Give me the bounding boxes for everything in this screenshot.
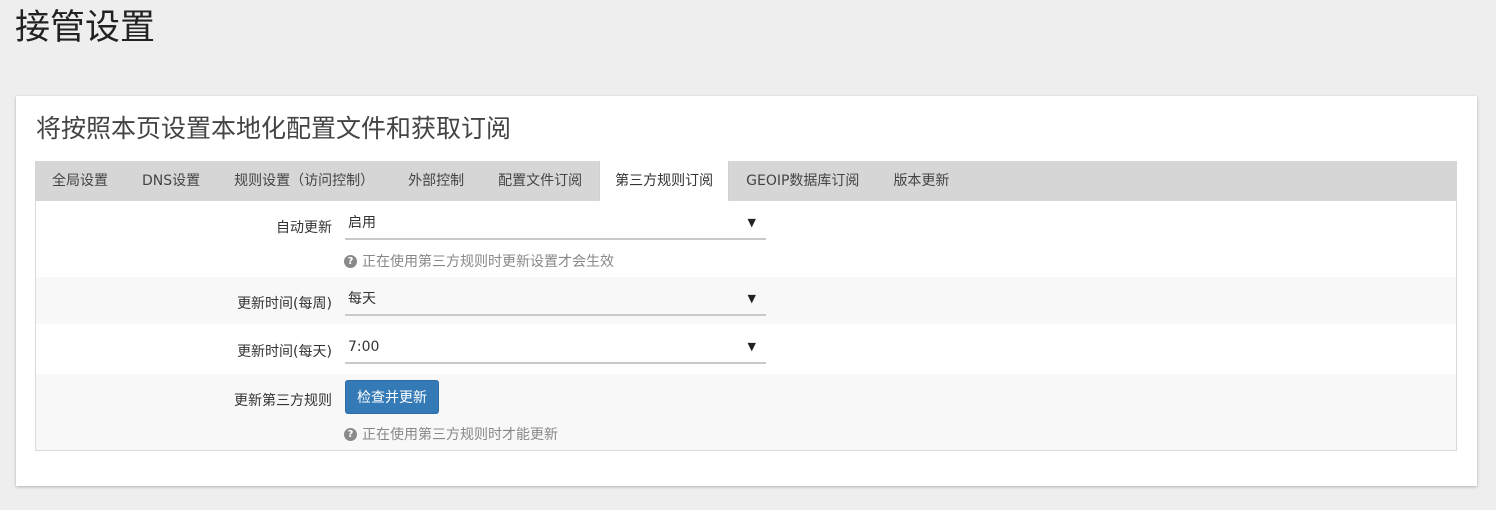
- update-day-label: 更新时间(每天): [237, 344, 332, 360]
- update-day-row: 更新时间(每天) 7:00 ▼: [36, 324, 1456, 374]
- update-day-value: 7:00: [348, 339, 380, 355]
- caret-down-icon: ▼: [747, 216, 756, 229]
- tab-global-settings[interactable]: 全局设置: [35, 161, 125, 201]
- tab-external-control[interactable]: 外部控制: [391, 161, 481, 201]
- question-circle-icon: ?: [344, 254, 357, 268]
- tab-dns-settings[interactable]: DNS设置: [125, 161, 217, 201]
- check-and-update-button[interactable]: 检查并更新: [345, 380, 439, 414]
- update-week-select[interactable]: 每天 ▼: [345, 286, 766, 316]
- update-rules-hint-text: 正在使用第三方规则时才能更新: [362, 427, 558, 443]
- caret-down-icon: ▼: [747, 340, 756, 353]
- tab-rule-settings[interactable]: 规则设置（访问控制）: [217, 161, 391, 201]
- page-title: 接管设置: [15, 8, 156, 48]
- update-week-value: 每天: [348, 291, 376, 307]
- tab-geoip-subscription[interactable]: GEOIP数据库订阅: [729, 161, 876, 201]
- update-week-row: 更新时间(每周) 每天 ▼: [36, 277, 1456, 324]
- tab-version-update[interactable]: 版本更新: [876, 161, 966, 201]
- auto-update-hint: ? 正在使用第三方规则时更新设置才会生效: [344, 251, 614, 271]
- update-week-label: 更新时间(每周): [237, 296, 332, 312]
- settings-card: 将按照本页设置本地化配置文件和获取订阅 全局设置 DNS设置 规则设置（访问控制…: [16, 96, 1477, 486]
- auto-update-hint-text: 正在使用第三方规则时更新设置才会生效: [362, 254, 614, 270]
- tab-bar: 全局设置 DNS设置 规则设置（访问控制） 外部控制 配置文件订阅 第三方规则订…: [35, 161, 1457, 201]
- update-rules-label: 更新第三方规则: [234, 393, 332, 409]
- tab-panel: 自动更新 启用 ▼ ? 正在使用第三方规则时更新设置才会生效 更新时间(每周) …: [35, 201, 1457, 451]
- update-day-select[interactable]: 7:00 ▼: [345, 334, 766, 364]
- card-title: 将按照本页设置本地化配置文件和获取订阅: [36, 114, 512, 143]
- update-rules-row: 更新第三方规则 检查并更新 ? 正在使用第三方规则时才能更新: [36, 374, 1456, 450]
- update-rules-hint: ? 正在使用第三方规则时才能更新: [344, 424, 558, 444]
- question-circle-icon: ?: [344, 427, 357, 441]
- tab-config-subscription[interactable]: 配置文件订阅: [481, 161, 599, 201]
- auto-update-select[interactable]: 启用 ▼: [345, 210, 766, 240]
- auto-update-label: 自动更新: [276, 220, 332, 236]
- caret-down-icon: ▼: [747, 292, 756, 305]
- tab-third-party-rules[interactable]: 第三方规则订阅: [599, 161, 730, 201]
- auto-update-row: 自动更新 启用 ▼ ? 正在使用第三方规则时更新设置才会生效: [36, 201, 1456, 277]
- auto-update-value: 启用: [348, 215, 376, 231]
